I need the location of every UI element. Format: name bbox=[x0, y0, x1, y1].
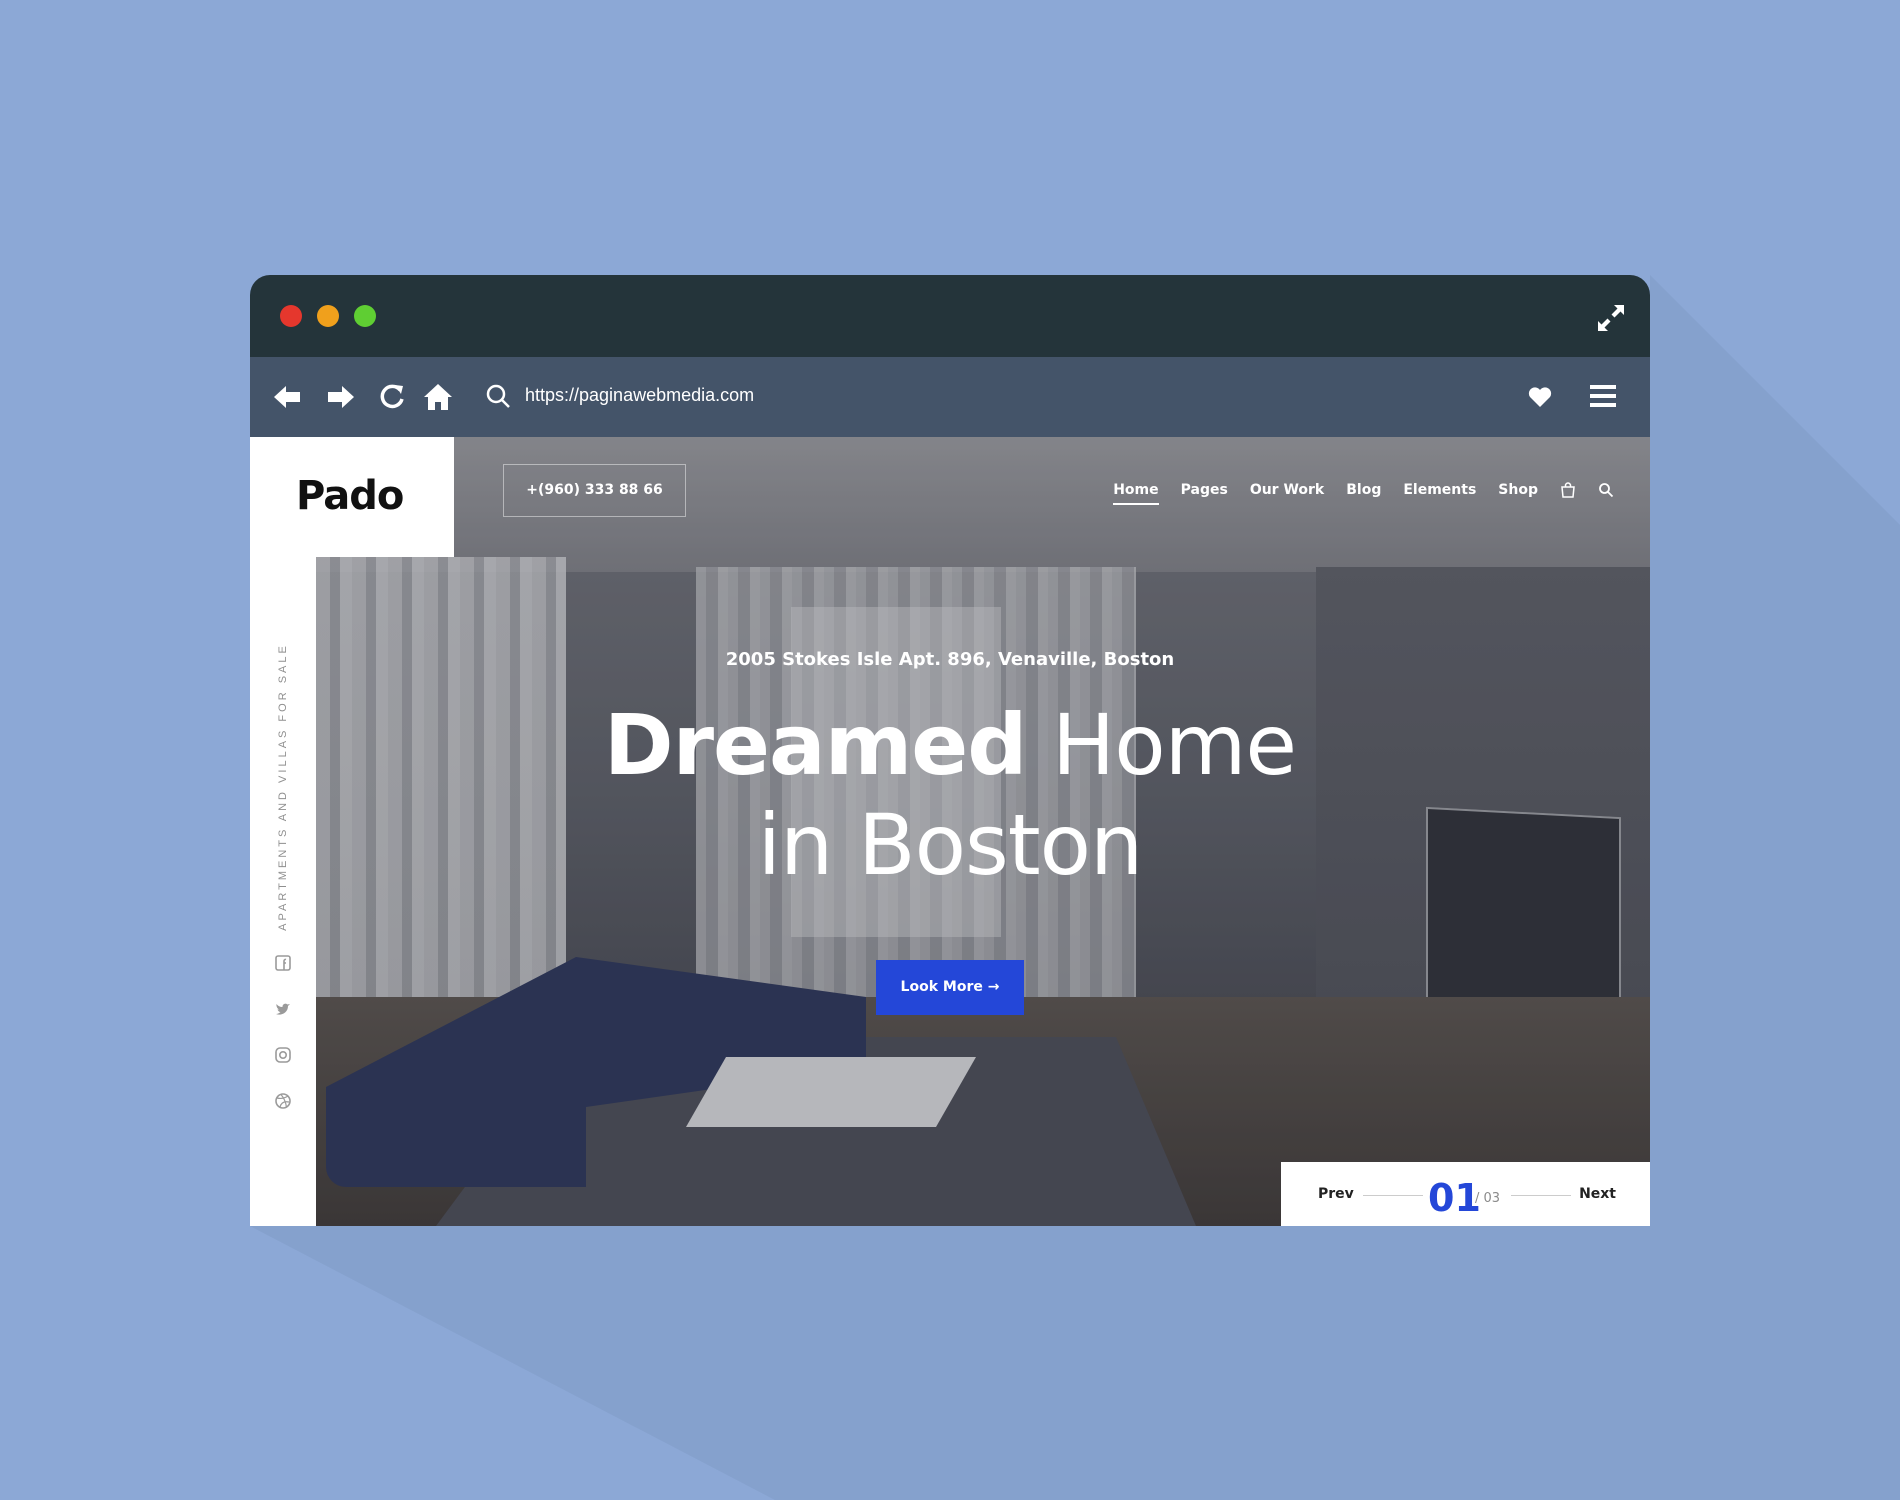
title-bar bbox=[250, 275, 1650, 357]
pager-divider bbox=[1511, 1195, 1571, 1196]
instagram-icon[interactable] bbox=[274, 1046, 292, 1064]
pager-divider bbox=[1363, 1195, 1423, 1196]
hero-address: 2005 Stokes Isle Apt. 896, Venaville, Bo… bbox=[725, 649, 1175, 670]
nav-elements[interactable]: Elements bbox=[1403, 482, 1476, 498]
dribbble-icon[interactable] bbox=[274, 1092, 292, 1110]
url-field[interactable]: https://paginawebmedia.com bbox=[525, 385, 754, 406]
headline-light: Home bbox=[1026, 696, 1297, 794]
heart-icon[interactable] bbox=[1528, 386, 1552, 408]
menu-icon[interactable] bbox=[1590, 383, 1616, 409]
nav-shop[interactable]: Shop bbox=[1498, 482, 1538, 498]
reload-icon[interactable] bbox=[376, 381, 408, 413]
main-nav: Home Pages Our Work Blog Elements Shop bbox=[1113, 482, 1614, 505]
site-logo[interactable]: Pado bbox=[296, 473, 404, 519]
hero-headline: Dreamed Home in Boston bbox=[250, 695, 1650, 895]
browser-toolbar: https://paginawebmedia.com bbox=[250, 357, 1650, 437]
current-slide: 01 bbox=[1428, 1176, 1481, 1220]
maximize-dot[interactable] bbox=[354, 305, 376, 327]
web-page: Pado APARTMENTS AND VILLAS FOR SALE +(96… bbox=[250, 437, 1650, 1226]
home-icon[interactable] bbox=[422, 381, 454, 413]
headline-bold: Dreamed bbox=[603, 696, 1027, 794]
total-slides: / 03 bbox=[1475, 1191, 1501, 1206]
browser-window: https://paginawebmedia.com Pado APARTMEN… bbox=[250, 275, 1650, 1226]
expand-icon[interactable] bbox=[1594, 301, 1628, 335]
forward-icon[interactable] bbox=[324, 381, 356, 413]
nav-blog[interactable]: Blog bbox=[1346, 482, 1381, 498]
nav-our-work[interactable]: Our Work bbox=[1250, 482, 1324, 498]
back-icon[interactable] bbox=[272, 381, 304, 413]
close-dot[interactable] bbox=[280, 305, 302, 327]
twitter-icon[interactable] bbox=[274, 1000, 292, 1018]
prev-button[interactable]: Prev bbox=[1318, 1186, 1354, 1202]
nav-home[interactable]: Home bbox=[1113, 482, 1160, 505]
logo-box[interactable]: Pado bbox=[250, 437, 454, 557]
cart-icon[interactable] bbox=[1560, 482, 1576, 498]
facebook-icon[interactable] bbox=[274, 954, 292, 972]
nav-pages[interactable]: Pages bbox=[1181, 482, 1228, 498]
search-icon[interactable] bbox=[485, 383, 511, 409]
search-icon[interactable] bbox=[1598, 482, 1614, 498]
phone-number[interactable]: +(960) 333 88 66 bbox=[503, 464, 686, 517]
headline-line2: in Boston bbox=[757, 796, 1144, 894]
next-button[interactable]: Next bbox=[1579, 1186, 1616, 1202]
look-more-button[interactable]: Look More → bbox=[876, 960, 1024, 1015]
minimize-dot[interactable] bbox=[317, 305, 339, 327]
slide-pager: Prev 01 / 03 Next bbox=[1281, 1162, 1650, 1226]
